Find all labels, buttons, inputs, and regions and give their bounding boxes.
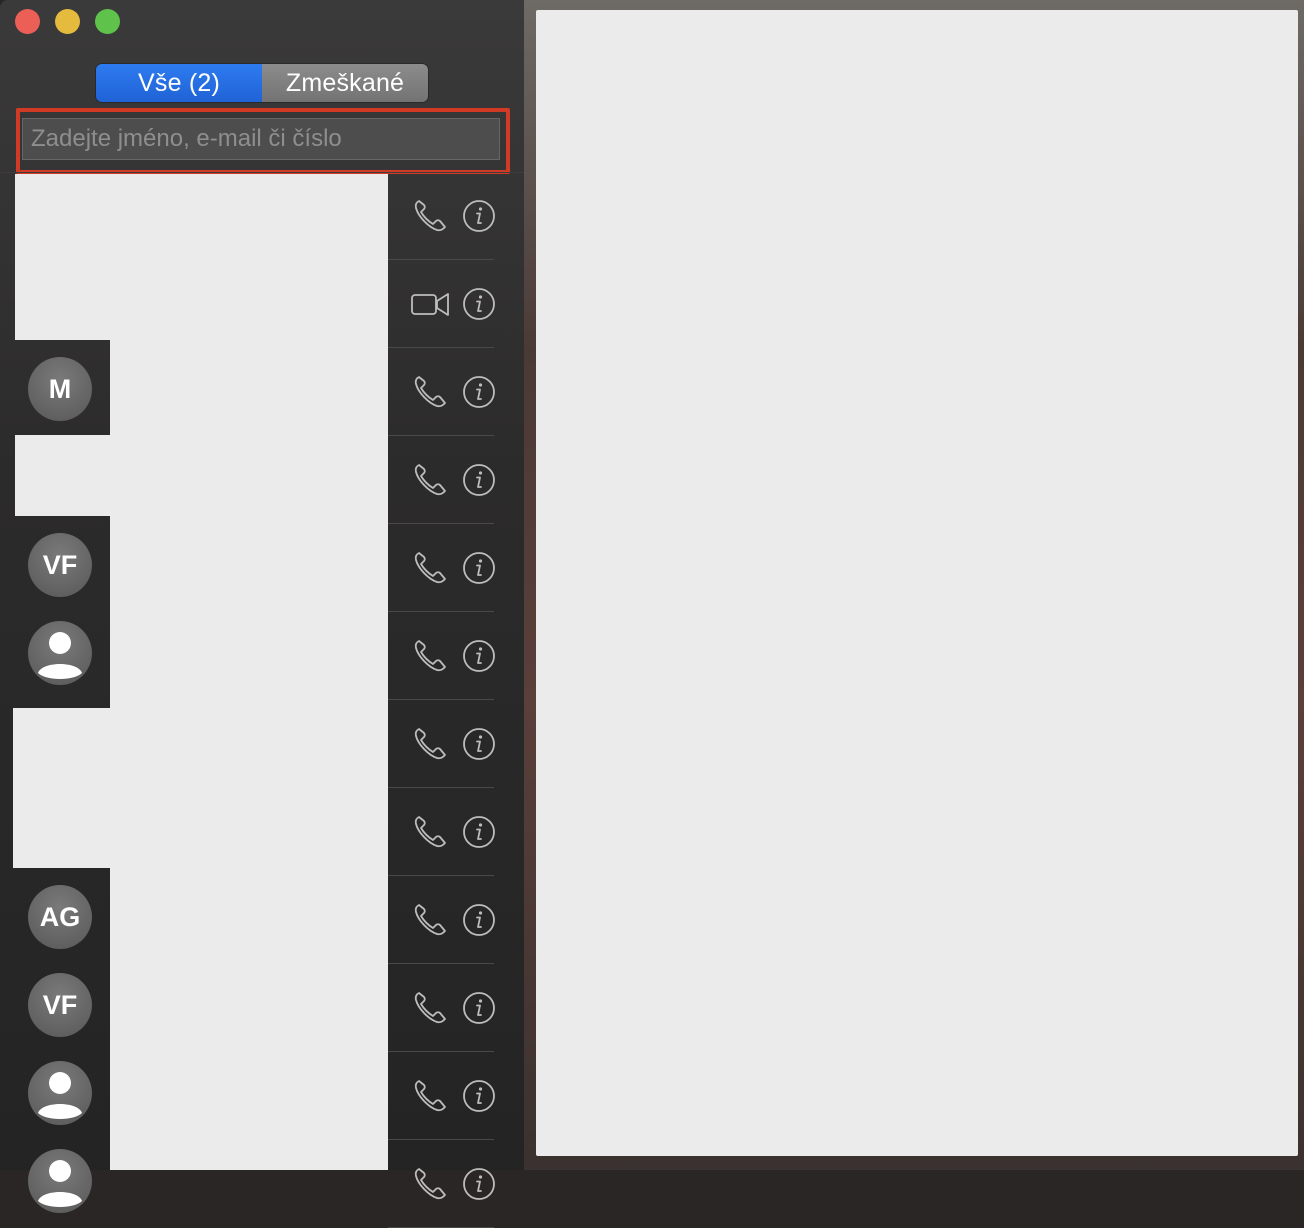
phone-icon[interactable] [410,724,450,764]
call-row-actions [388,876,524,964]
avatar-initials: VF [42,549,78,580]
call-row-actions [388,1052,524,1140]
video-preview-area [536,10,1298,1156]
phone-icon[interactable] [410,196,450,236]
video-camera-icon[interactable] [410,284,450,324]
phone-icon[interactable] [410,548,450,588]
info-icon[interactable] [462,815,496,849]
person-icon [38,632,82,679]
redacted-area [13,708,110,868]
call-actions-column [388,172,524,1228]
phone-icon[interactable] [410,1164,450,1204]
person-icon [38,1072,82,1119]
phone-icon[interactable] [410,988,450,1028]
calls-sidebar: Vše (2) Zmeškané M VF AG VF [0,0,524,1228]
tab-all[interactable]: Vše (2) [96,64,262,102]
call-row-actions [388,436,524,524]
avatar: AG [28,885,92,949]
info-icon[interactable] [462,1167,496,1201]
tab-missed[interactable]: Zmeškané [262,64,428,102]
redacted-area [15,435,110,516]
search-input[interactable] [22,118,500,160]
avatar [28,1149,92,1213]
call-filter-segmented-control: Vše (2) Zmeškané [96,64,428,102]
call-row-actions [388,524,524,612]
phone-icon[interactable] [410,812,450,852]
call-row-actions [388,1140,524,1228]
avatar-initials: VF [42,989,78,1020]
phone-icon[interactable] [410,1076,450,1116]
redacted-area [110,340,388,1170]
info-icon[interactable] [462,903,496,937]
call-row-actions [388,348,524,436]
info-icon[interactable] [462,991,496,1025]
phone-icon[interactable] [410,900,450,940]
avatar-initials: M [48,373,72,404]
avatar-initials: AG [39,901,81,932]
window-zoom-button[interactable] [95,9,120,34]
window-minimize-button[interactable] [55,9,80,34]
info-icon[interactable] [462,1079,496,1113]
avatar: VF [28,973,92,1037]
info-icon[interactable] [462,375,496,409]
call-row-actions [388,172,524,260]
phone-icon[interactable] [410,636,450,676]
avatar: M [28,357,92,421]
info-icon[interactable] [462,463,496,497]
info-icon[interactable] [462,551,496,585]
info-icon[interactable] [462,727,496,761]
phone-icon[interactable] [410,372,450,412]
info-icon[interactable] [462,287,496,321]
call-row-actions [388,964,524,1052]
info-icon[interactable] [462,639,496,673]
person-icon [38,1160,82,1207]
call-row-actions [388,260,524,348]
call-row-actions [388,788,524,876]
redacted-area [15,174,388,340]
call-row-actions [388,700,524,788]
avatar [28,1061,92,1125]
info-icon[interactable] [462,199,496,233]
avatar: VF [28,533,92,597]
avatar [28,621,92,685]
window-close-button[interactable] [15,9,40,34]
phone-icon[interactable] [410,460,450,500]
call-row-actions [388,612,524,700]
